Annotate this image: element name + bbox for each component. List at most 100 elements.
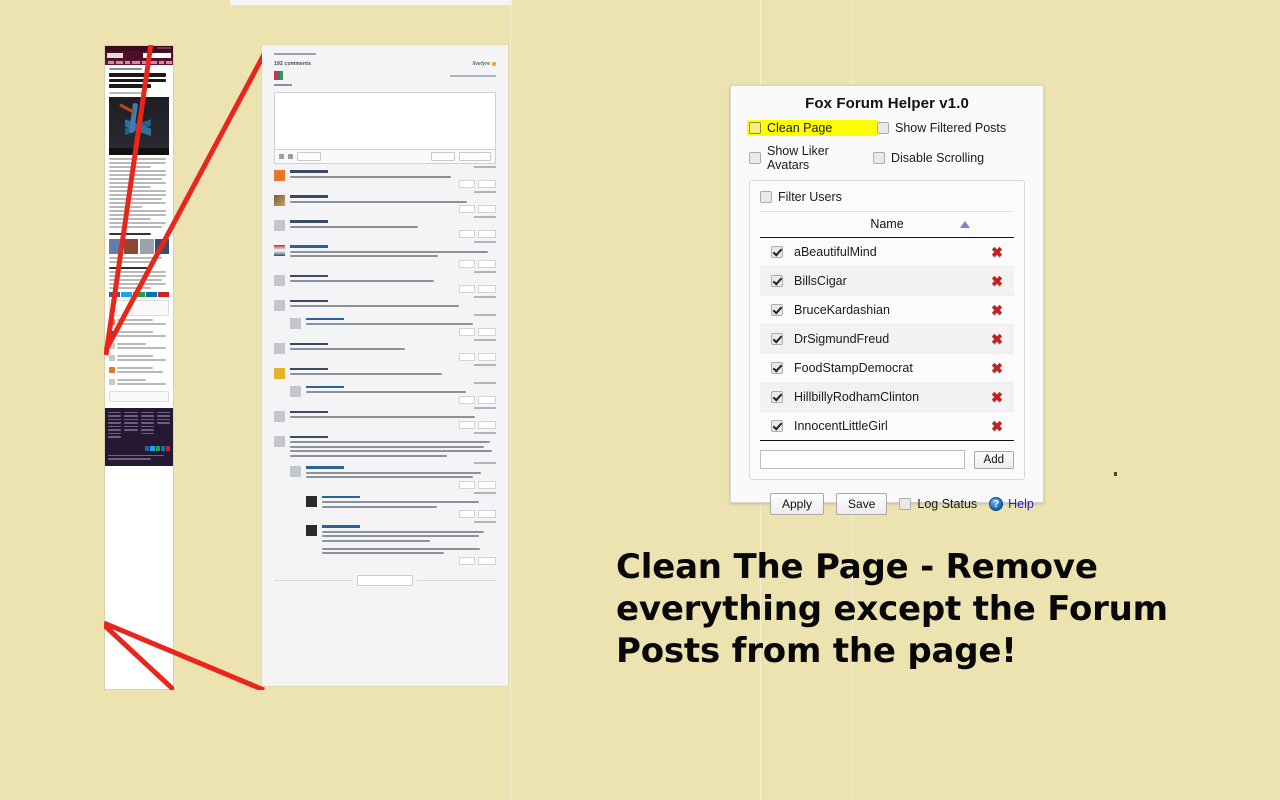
- table-header[interactable]: Name: [760, 212, 1014, 238]
- avatar: [274, 410, 285, 422]
- avatar: [290, 317, 301, 329]
- thumb-related-stories: [109, 238, 169, 254]
- help-link[interactable]: Help: [1008, 497, 1034, 511]
- clean-page-checkbox[interactable]: [749, 122, 761, 134]
- option-disable-scrolling[interactable]: Disable Scrolling: [873, 151, 984, 165]
- comment-item: [274, 191, 496, 213]
- option-label: Disable Scrolling: [891, 151, 985, 165]
- apply-button[interactable]: Apply: [770, 493, 825, 515]
- avatar: [274, 274, 285, 286]
- table-row[interactable]: InnocentLittleGirl ✖: [760, 412, 1014, 440]
- row-checkbox[interactable]: [771, 391, 783, 403]
- reply-button[interactable]: [478, 395, 496, 404]
- comment-editor-input[interactable]: [274, 92, 496, 150]
- row-checkbox[interactable]: [771, 420, 783, 432]
- row-username: HillbillyRodhamClinton: [794, 390, 920, 404]
- comment-editor-toolbar: [274, 150, 496, 164]
- avatar: [274, 220, 285, 231]
- row-checkbox[interactable]: [771, 275, 783, 287]
- show-more-comments-button[interactable]: [357, 574, 413, 586]
- log-status-checkbox[interactable]: [899, 498, 912, 510]
- reply-button[interactable]: [478, 510, 496, 518]
- option-label: Show Liker Avatars: [767, 144, 829, 172]
- table-row[interactable]: BruceKardashian ✖: [760, 296, 1014, 325]
- reply-button[interactable]: [478, 327, 496, 336]
- row-checkbox[interactable]: [771, 246, 783, 258]
- share-button[interactable]: [431, 152, 455, 161]
- row-checkbox[interactable]: [771, 304, 783, 316]
- like-button[interactable]: [459, 230, 475, 238]
- row-checkbox[interactable]: [771, 362, 783, 374]
- sort-ascending-icon[interactable]: [960, 221, 970, 228]
- follow-button[interactable]: [297, 152, 321, 161]
- reply-button[interactable]: [478, 352, 496, 361]
- bold-icon[interactable]: [279, 154, 284, 159]
- table-row[interactable]: aBeautifulMind ✖: [760, 238, 1014, 267]
- filter-users-toggle[interactable]: Filter Users: [760, 190, 1014, 204]
- reply-button[interactable]: [478, 420, 496, 429]
- delete-row-icon[interactable]: ✖: [991, 245, 1003, 259]
- reply-button[interactable]: [478, 284, 496, 293]
- comment-item: [274, 338, 496, 361]
- like-button[interactable]: [459, 180, 475, 188]
- reply-button[interactable]: [478, 230, 496, 238]
- show-filtered-posts-checkbox[interactable]: [877, 122, 889, 134]
- save-button[interactable]: Save: [836, 493, 888, 515]
- reply-button[interactable]: [478, 205, 496, 213]
- reply-button[interactable]: [478, 556, 496, 565]
- avatar: [290, 466, 301, 477]
- table-row[interactable]: DrSigmundFreud ✖: [760, 325, 1014, 354]
- thumb-social-buttons: [109, 291, 170, 297]
- log-status-option[interactable]: Log Status: [899, 497, 977, 511]
- thumb-comment: [109, 378, 169, 387]
- like-button[interactable]: [459, 510, 475, 518]
- help-question-mark-icon[interactable]: ?: [989, 497, 1004, 511]
- comment-item: [274, 431, 496, 460]
- option-show-liker-avatars[interactable]: Show Liker Avatars: [749, 144, 873, 172]
- like-button[interactable]: [459, 259, 475, 268]
- like-button[interactable]: [459, 420, 475, 429]
- disable-scrolling-checkbox[interactable]: [873, 152, 885, 164]
- row-checkbox[interactable]: [771, 333, 783, 345]
- comment-reply-item: [290, 462, 496, 489]
- delete-row-icon[interactable]: ✖: [991, 361, 1003, 375]
- table-row[interactable]: BillsCigar ✖: [760, 267, 1014, 296]
- add-user-input[interactable]: [760, 450, 965, 469]
- delete-row-icon[interactable]: ✖: [991, 274, 1003, 288]
- like-button[interactable]: [459, 395, 475, 404]
- show-liker-avatars-checkbox[interactable]: [749, 152, 761, 164]
- link-icon[interactable]: [288, 154, 293, 159]
- column-header-name: Name: [870, 217, 904, 231]
- delete-row-icon[interactable]: ✖: [991, 332, 1003, 346]
- table-row[interactable]: HillbillyRodhamClinton ✖: [760, 383, 1014, 412]
- like-button[interactable]: [459, 480, 475, 489]
- comment-item: [274, 270, 496, 293]
- comment-item: [274, 406, 496, 429]
- delete-row-icon[interactable]: ✖: [991, 303, 1003, 317]
- delete-row-icon[interactable]: ✖: [991, 390, 1003, 404]
- comment-item: [274, 241, 496, 268]
- like-button[interactable]: [459, 352, 475, 361]
- table-row[interactable]: FoodStampDemocrat ✖: [760, 354, 1014, 383]
- help-control[interactable]: ? Help: [989, 497, 1034, 511]
- sort-newest-control[interactable]: [450, 74, 496, 77]
- like-button[interactable]: [459, 205, 475, 213]
- option-show-filtered-posts[interactable]: Show Filtered Posts: [877, 121, 1006, 135]
- comments-list: [262, 164, 508, 565]
- reply-button[interactable]: [478, 480, 496, 489]
- delete-row-icon[interactable]: ✖: [991, 419, 1003, 433]
- reply-button[interactable]: [478, 259, 496, 268]
- reply-button[interactable]: [478, 180, 496, 188]
- like-button[interactable]: [459, 284, 475, 293]
- like-button[interactable]: [459, 556, 475, 565]
- like-button[interactable]: [459, 327, 475, 336]
- post-comment-button[interactable]: [459, 152, 491, 161]
- thumb-comment: [109, 354, 169, 363]
- comment-item: [274, 295, 496, 311]
- add-user-button[interactable]: Add: [973, 450, 1014, 469]
- option-clean-page[interactable]: Clean Page: [747, 120, 877, 136]
- caption-text: Clean The Page - Remove everything excep…: [616, 546, 1216, 672]
- avatar: [306, 525, 317, 536]
- filter-users-checkbox[interactable]: [760, 191, 772, 203]
- dialog-title: Fox Forum Helper v1.0: [805, 95, 969, 112]
